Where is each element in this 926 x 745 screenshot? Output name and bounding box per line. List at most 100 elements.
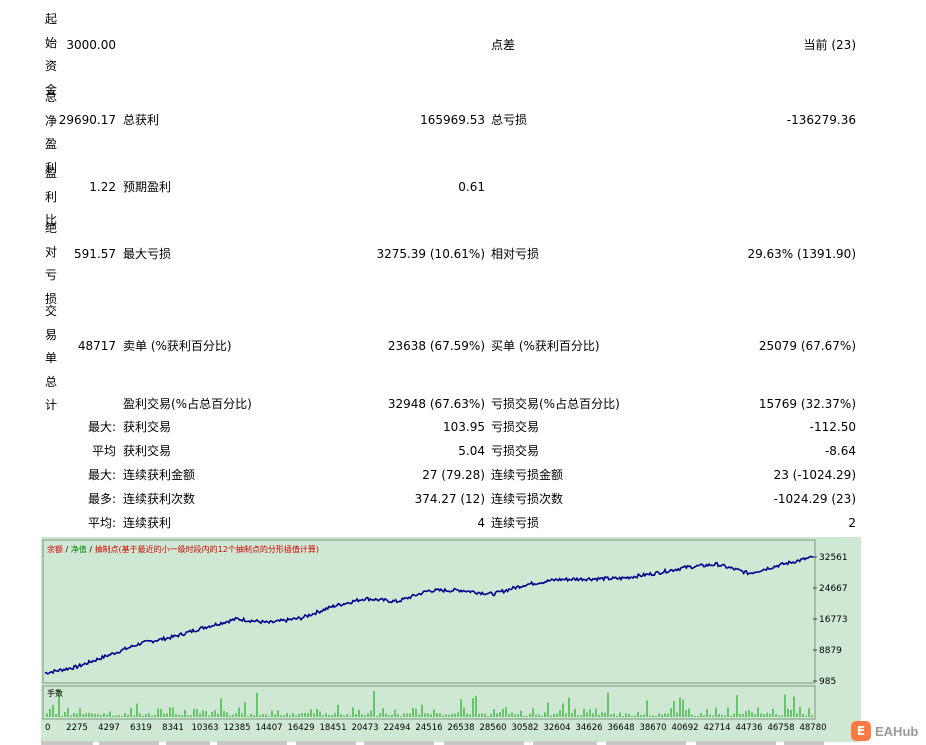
legend-equity: 净值 xyxy=(71,544,87,554)
value-max-consecutive-amount-loss: -1024.29 (23) xyxy=(773,492,856,506)
label-average-profit: 获利交易 xyxy=(123,444,172,458)
label-spread: 点差 xyxy=(491,38,516,52)
eahub-watermark: E EAHub xyxy=(851,720,918,742)
value-relative-drawdown: 29.63% (1391.90) xyxy=(747,247,856,261)
value-avg-consecutive-profit: 4 xyxy=(477,516,485,530)
value-profit-trades: 32948 (67.63%) xyxy=(387,397,485,411)
row-profit-loss-trades: 盈利交易(%占总百分比) 32948 (67.63%) 亏损交易(%占总百分比)… xyxy=(0,396,926,414)
x-tick-label: 8341 xyxy=(162,723,184,733)
value-average-profit: 5.04 xyxy=(458,444,485,458)
bottom-scroll-strip xyxy=(0,741,926,745)
y-tick-label: 24667 xyxy=(819,584,848,594)
x-tick-label: 20473 xyxy=(351,723,378,733)
value-net-profit: 29690.17 xyxy=(58,113,116,127)
row-drawdown: 绝 对 亏 损 591.57 最大亏损 3275.39 (10.61%) 相对亏… xyxy=(0,217,926,306)
value-long-positions: 25079 (67.67%) xyxy=(758,339,856,353)
x-tick-label: 46758 xyxy=(767,723,794,733)
label-max-consecutive-amount-profit: 连续获利次数 xyxy=(123,492,196,506)
label-largest-prefix: 最大: xyxy=(87,420,116,434)
label-short-positions: 卖单 (%获利百分比) xyxy=(123,339,232,353)
label-max-consecutive-profit: 连续获利金额 xyxy=(123,468,196,482)
label-expected-payoff: 预期盈利 xyxy=(123,180,172,194)
x-tick-label: 0 xyxy=(45,723,50,733)
label-max-consecutive-amount-prefix: 最多: xyxy=(87,492,116,506)
volume-plot-area xyxy=(42,685,816,720)
value-max-consecutive-loss: 23 (-1024.29) xyxy=(773,468,856,482)
row-max-consecutive-amount: 最多: 连续获利次数 374.27 (12) 连续亏损次数 -1024.29 (… xyxy=(0,491,926,509)
x-tick-label: 38670 xyxy=(639,723,666,733)
x-tick-label: 16429 xyxy=(287,723,314,733)
value-expected-payoff: 0.61 xyxy=(458,180,485,194)
x-tick-label: 12385 xyxy=(223,723,250,733)
value-loss-trades: 15769 (32.37%) xyxy=(758,397,856,411)
x-tick-label: 10363 xyxy=(191,723,218,733)
label-loss-trades: 亏损交易(%占总百分比) xyxy=(491,397,620,411)
value-largest-loss: -112.50 xyxy=(809,420,856,434)
value-spread: 当前 (23) xyxy=(803,38,856,52)
row-average-consecutive: 平均: 连续获利 4 连续亏损 2 xyxy=(0,515,926,533)
row-net-profit: 总 净 盈 利 29690.17 总获利 165969.53 总亏损 -1362… xyxy=(0,86,926,175)
eahub-logo-icon: E xyxy=(851,721,871,741)
balance-chart-svg: 32561 24667 16773 8879 985 0 2275 4297 6319 8341… xyxy=(42,539,848,733)
balance-chart: 32561 24667 16773 8879 985 0 2275 4297 6319 8341… xyxy=(41,537,861,742)
x-tick-label: 22494 xyxy=(383,723,410,733)
x-tick-label: 14407 xyxy=(255,723,282,733)
eahub-watermark-text: EAHub xyxy=(875,723,919,739)
row-profit-factor: 盈 利 比 1.22 预期盈利 0.61 xyxy=(0,162,926,227)
value-average-loss: -8.64 xyxy=(824,444,856,458)
row-largest: 最大: 获利交易 103.95 亏损交易 -112.50 xyxy=(0,419,926,437)
label-avg-consecutive-prefix: 平均: xyxy=(87,516,116,530)
x-tick-label: 44736 xyxy=(735,723,762,733)
value-max-consecutive-amount-profit: 374.27 (12) xyxy=(414,492,485,506)
label-relative-drawdown: 相对亏损 xyxy=(491,247,540,261)
label-average-loss: 亏损交易 xyxy=(491,444,540,458)
legend-ticks: 抽制点(基于最近的小一级时段内的12个抽制点的分形插值计算) xyxy=(95,544,319,554)
value-gross-profit: 165969.53 xyxy=(420,113,485,127)
label-avg-consecutive-loss: 连续亏损 xyxy=(491,516,540,530)
x-tick-label: 42714 xyxy=(703,723,730,733)
x-tick-label: 34626 xyxy=(575,723,602,733)
label-max-consecutive-loss: 连续亏损金额 xyxy=(491,468,564,482)
value-initial-deposit: 3000.00 xyxy=(66,38,116,52)
value-total-trades: 48717 xyxy=(77,339,116,353)
x-tick-label: 32604 xyxy=(543,723,570,733)
y-tick-label: 16773 xyxy=(819,615,848,625)
x-tick-label: 24516 xyxy=(415,723,442,733)
label-largest-loss: 亏损交易 xyxy=(491,420,540,434)
value-profit-factor: 1.22 xyxy=(89,180,116,194)
x-tick-label: 48780 xyxy=(799,723,826,733)
value-maximal-drawdown: 3275.39 (10.61%) xyxy=(376,247,485,261)
value-gross-loss: -136279.36 xyxy=(786,113,856,127)
label-average-prefix: 平均 xyxy=(91,444,116,458)
x-tick-label: 28560 xyxy=(479,723,506,733)
volume-label: 手数 xyxy=(47,688,63,698)
main-plot-area xyxy=(42,539,816,684)
label-gross-loss: 总亏损 xyxy=(491,113,528,127)
label-maximal-drawdown: 最大亏损 xyxy=(123,247,172,261)
legend-balance: 余额 xyxy=(47,544,63,554)
row-max-consecutive: 最大: 连续获利金额 27 (79.28) 连续亏损金额 23 (-1024.2… xyxy=(0,467,926,485)
y-tick-label: 8879 xyxy=(819,646,842,656)
row-average: 平均 获利交易 5.04 亏损交易 -8.64 xyxy=(0,443,926,461)
value-short-positions: 23638 (67.59%) xyxy=(387,339,485,353)
x-tick-label: 18451 xyxy=(319,723,346,733)
value-absolute-drawdown: 591.57 xyxy=(74,247,116,261)
chart-legend: 余额 / 净值 / 抽制点(基于最近的小一级时段内的12个抽制点的分形插值计算) xyxy=(47,544,319,554)
x-tick-label: 30582 xyxy=(511,723,538,733)
label-max-consecutive-prefix: 最大: xyxy=(87,468,116,482)
x-tick-label: 36648 xyxy=(607,723,634,733)
label-avg-consecutive-profit: 连续获利 xyxy=(123,516,172,530)
value-largest-profit: 103.95 xyxy=(443,420,485,434)
x-tick-label: 2275 xyxy=(66,723,88,733)
label-profit-trades: 盈利交易(%占总百分比) xyxy=(123,397,252,411)
value-max-consecutive-profit: 27 (79.28) xyxy=(422,468,485,482)
row-initial-deposit: 起 始 资 金 3000.00 点差 当前 (23) xyxy=(0,8,926,97)
x-tick-label: 26538 xyxy=(447,723,474,733)
y-tick-label: 985 xyxy=(819,677,836,687)
label-largest-profit: 获利交易 xyxy=(123,420,172,434)
label-max-consecutive-amount-loss: 连续亏损次数 xyxy=(491,492,564,506)
label-long-positions: 买单 (%获利百分比) xyxy=(491,339,600,353)
label-gross-profit: 总获利 xyxy=(123,113,160,127)
x-tick-label: 4297 xyxy=(98,723,120,733)
value-avg-consecutive-loss: 2 xyxy=(848,516,856,530)
